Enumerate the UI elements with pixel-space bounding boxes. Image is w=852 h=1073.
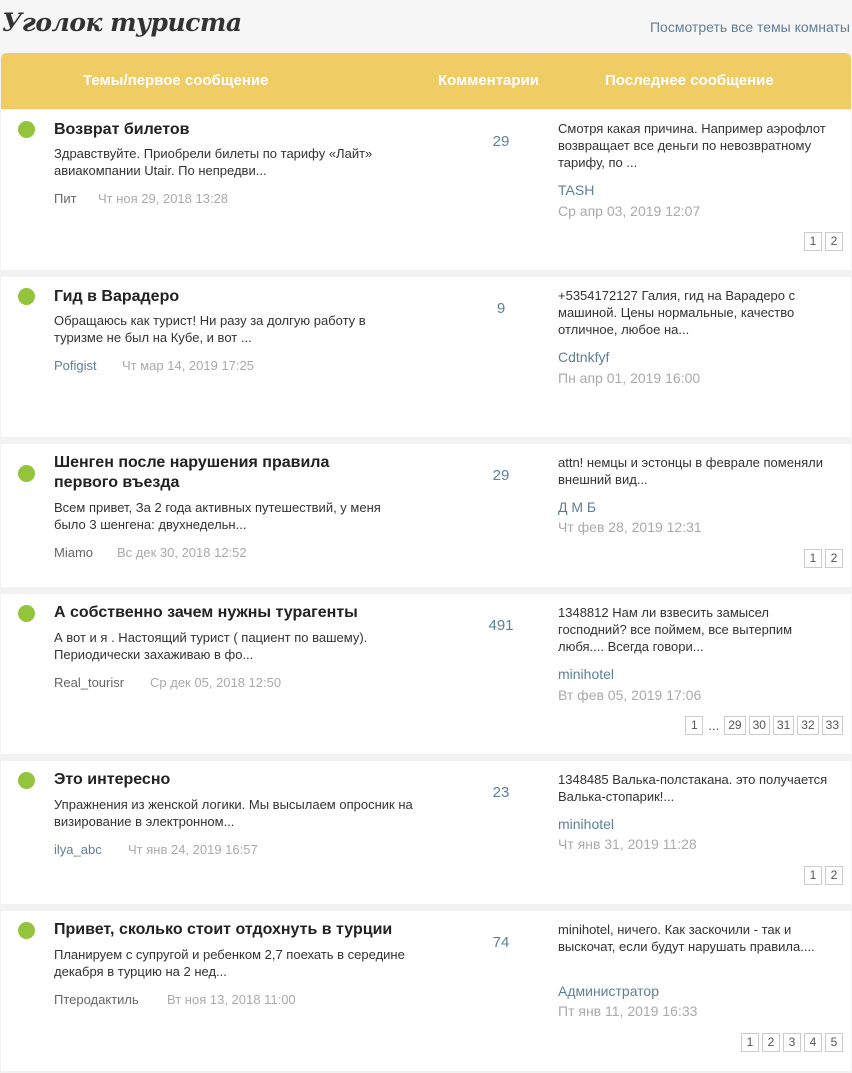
topic-title[interactable]: Шенген после нарушения правила первого в… — [54, 453, 394, 493]
topic-excerpt: Всем привет, За 2 года активных путешест… — [54, 500, 381, 532]
topic-row: А собственно зачем нужны турагенты А вот… — [1, 594, 851, 754]
last-message-text: 1348812 Нам ли взвесить замысел господни… — [558, 605, 793, 654]
last-message-author[interactable]: minihotel — [558, 816, 614, 832]
page-link[interactable]: 5 — [825, 1033, 843, 1052]
pagination-ellipsis: ... — [708, 718, 720, 733]
comment-count: 23 — [492, 784, 510, 801]
page-link[interactable]: 2 — [762, 1033, 780, 1052]
topic-excerpt: Планируем с супругой и ребенком 2,7 поех… — [54, 947, 405, 979]
topic-author[interactable]: ilya_abc — [54, 842, 102, 857]
room-topbar: Уголок туриста Посмотреть все темы комна… — [0, 0, 852, 53]
last-message-date: Чт фев 28, 2019 12:31 — [558, 519, 702, 535]
last-message-date: Пт янв 11, 2019 16:33 — [558, 1003, 698, 1019]
comment-count: 491 — [488, 617, 514, 634]
topic-date: Вт ноя 13, 2018 11:00 — [167, 992, 296, 1007]
topic-title[interactable]: Гид в Варадеро — [54, 287, 394, 307]
topic-author[interactable]: Птеродактиль — [54, 992, 139, 1007]
unread-status-icon — [18, 465, 35, 482]
topic-date: Вс дек 30, 2018 12:52 — [117, 545, 247, 560]
page-link[interactable]: 2 — [825, 549, 843, 568]
pagination: 12 — [804, 549, 843, 568]
pagination: 12345 — [741, 1033, 843, 1052]
last-message-author[interactable]: Администратор — [558, 983, 659, 999]
page-link[interactable]: 31 — [772, 716, 795, 735]
unread-status-icon — [18, 922, 35, 939]
last-message-date: Вт фев 05, 2019 17:06 — [558, 687, 702, 703]
topic-row: Привет, сколько стоит отдохнуть в турции… — [1, 911, 851, 1071]
last-message-date: Пн апр 01, 2019 16:00 — [558, 370, 701, 386]
topic-date: Ср дек 05, 2018 12:50 — [150, 675, 282, 690]
last-message-text: minihotel, ничего. Как заскочили - так и… — [558, 922, 815, 954]
last-message-text: 1348485 Валька-полстакана. это получаетс… — [558, 772, 828, 804]
column-header-comments: Комментарии — [438, 72, 540, 89]
unread-status-icon — [18, 121, 35, 138]
topic-row: Шенген после нарушения правила первого в… — [1, 444, 851, 587]
topic-excerpt: Здравствуйте. Приобрели билеты по тарифу… — [54, 146, 373, 178]
forum-room: Уголок туриста Посмотреть все темы комна… — [0, 0, 852, 1073]
topic-author[interactable]: Pofigist — [54, 358, 97, 373]
pagination: 1... 29 30 31 32 33 — [685, 716, 843, 735]
topic-date: Чт ноя 29, 2018 13:28 — [98, 191, 229, 206]
comment-count: 29 — [492, 467, 510, 484]
page-link[interactable]: 1 — [804, 232, 822, 251]
comment-count: 9 — [496, 300, 506, 317]
pagination: 12 — [804, 232, 843, 251]
topic-excerpt: А вот и я . Настоящий турист ( пациент п… — [54, 630, 368, 662]
last-message-author[interactable]: minihotel — [558, 666, 614, 682]
last-message-text: Смотря какая причина. Например аэрофлот … — [558, 121, 826, 170]
page-link[interactable]: 1 — [741, 1033, 759, 1052]
last-message-text: +5354172127 Галия, гид на Варадеро с маш… — [558, 288, 796, 337]
last-message-date: Чт янв 31, 2019 11:28 — [558, 836, 697, 852]
unread-status-icon — [18, 288, 35, 305]
page-link[interactable]: 3 — [783, 1033, 801, 1052]
column-header-last-message: Последнее сообщение — [605, 72, 774, 89]
page-link[interactable]: 30 — [748, 716, 770, 735]
page-link[interactable]: 1 — [685, 716, 704, 735]
topic-excerpt: Обращаюсь как турист! Ни разу за долгую … — [54, 313, 366, 345]
page-link[interactable]: 1 — [804, 866, 822, 885]
last-message-text: attn! немцы и эстонцы в феврале поменяли… — [558, 455, 824, 487]
last-message-author[interactable]: Cdtnkfyf — [558, 349, 609, 365]
page-link[interactable]: 1 — [804, 549, 822, 568]
room-title: Уголок туриста — [2, 8, 242, 37]
topic-title[interactable]: Привет, сколько стоит отдохнуть в турции — [54, 920, 394, 940]
page-link[interactable]: 32 — [797, 716, 819, 735]
topic-author[interactable]: Пит — [54, 191, 77, 206]
topic-row: Это интересно Упражнения из женской логи… — [1, 761, 851, 904]
topic-row: Гид в Варадеро Обращаюсь как турист! Ни … — [1, 277, 851, 437]
all-topics-link[interactable]: Посмотреть все темы комнаты — [650, 19, 850, 35]
unread-status-icon — [18, 772, 35, 789]
topic-date: Чт мар 14, 2019 17:25 — [122, 358, 254, 373]
page-link[interactable]: 4 — [804, 1033, 822, 1052]
topic-title[interactable]: А собственно зачем нужны турагенты — [54, 603, 394, 623]
page-link[interactable]: 33 — [821, 716, 843, 735]
last-message-date: Ср апр 03, 2019 12:07 — [558, 203, 701, 219]
topics-table-header: Темы/первое сообщение Комментарии Послед… — [1, 53, 851, 109]
last-message-author[interactable]: TASH — [558, 182, 594, 198]
topic-title[interactable]: Возврат билетов — [54, 120, 394, 140]
pagination: 12 — [804, 866, 843, 885]
topic-author[interactable]: Real_tourisr — [54, 675, 124, 690]
page-link[interactable]: 2 — [825, 866, 843, 885]
comment-count: 74 — [492, 934, 510, 951]
topic-date: Чт янв 24, 2019 16:57 — [128, 842, 258, 857]
unread-status-icon — [18, 605, 35, 622]
comment-count: 29 — [492, 133, 510, 150]
topic-excerpt: Упражнения из женской логики. Мы высылае… — [54, 797, 413, 829]
column-header-topics: Темы/первое сообщение — [83, 72, 269, 89]
page-link[interactable]: 2 — [825, 232, 843, 251]
last-message-author[interactable]: Д М Б — [558, 499, 596, 515]
topic-author[interactable]: Miamo — [54, 545, 93, 560]
topic-row: Возврат билетов Здравствуйте. Приобрели … — [1, 110, 851, 270]
topic-title[interactable]: Это интересно — [54, 770, 394, 790]
page-link[interactable]: 29 — [724, 716, 746, 735]
